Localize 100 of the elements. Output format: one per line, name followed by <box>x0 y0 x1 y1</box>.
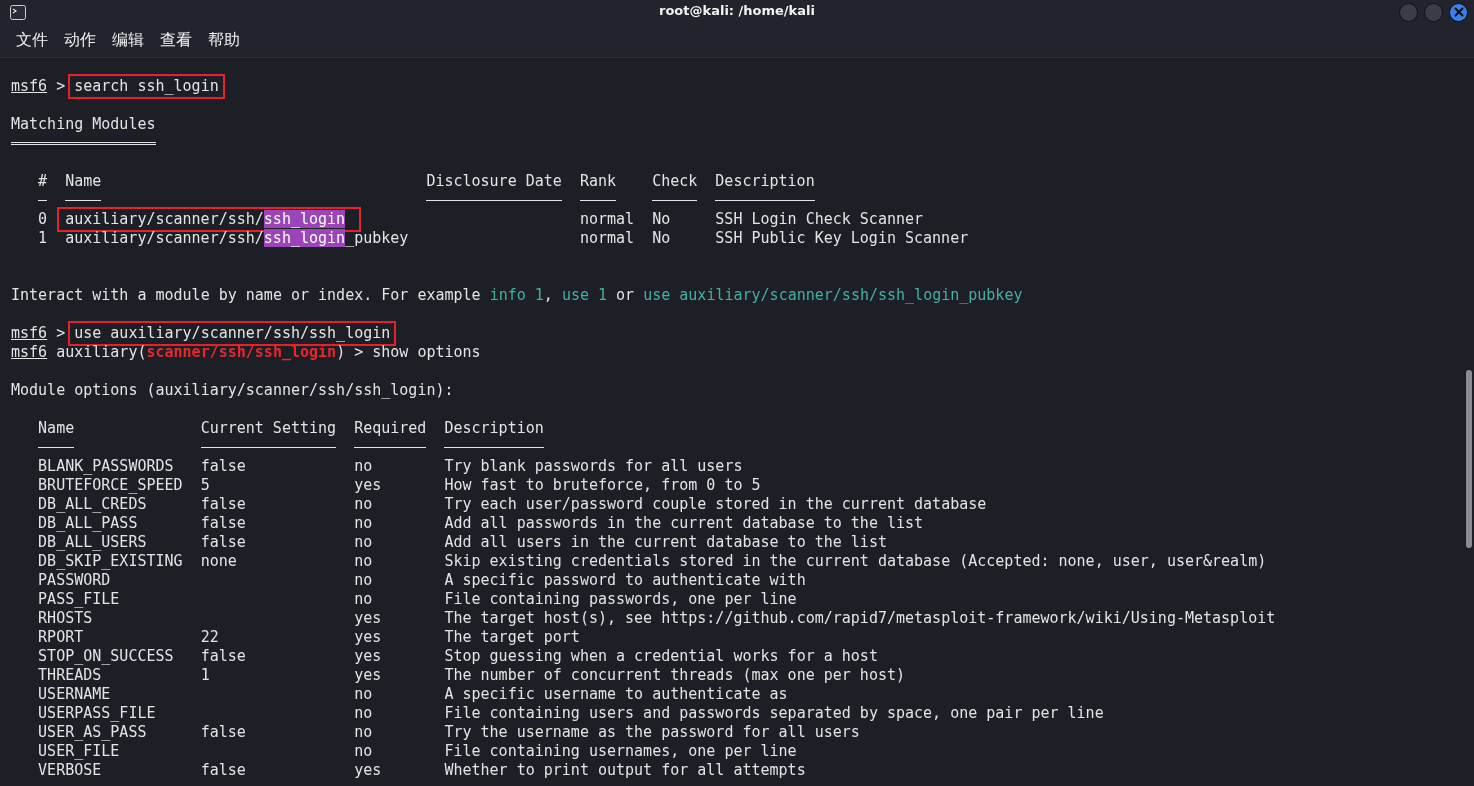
column-header: Current Setting <box>200 419 337 438</box>
table-cell: no <box>354 552 373 571</box>
table-cell: How fast to bruteforce, from 0 to 5 <box>444 476 761 495</box>
option-name: USER_AS_PASS <box>38 723 147 742</box>
column-header: Disclosure Date <box>426 172 562 191</box>
table-cell: false <box>200 457 246 476</box>
menu-item[interactable]: 帮助 <box>208 30 240 51</box>
option-name: DB_SKIP_EXISTING <box>38 552 183 571</box>
option-name: DB_ALL_PASS <box>38 514 138 533</box>
table-cell: normal <box>579 210 635 229</box>
table-cell: Add all passwords in the current database to the list <box>444 514 924 533</box>
column-header: Required <box>354 419 427 438</box>
column-header: Name <box>65 172 102 191</box>
table-cell: false <box>200 514 246 533</box>
table-cell: 1 <box>200 666 210 685</box>
table-cell: no <box>354 495 373 514</box>
shell-prompt: msf6 auxiliary(scanner/ssh/ssh_login) > <box>11 343 365 362</box>
column-header: # <box>38 172 48 191</box>
option-name: USERNAME <box>38 685 111 704</box>
option-name: VERBOSE <box>38 761 102 780</box>
option-name: USER_FILE <box>38 742 120 761</box>
close-button[interactable] <box>1449 2 1468 22</box>
section-heading: Module options (auxiliary/scanner/ssh/ssh_login): <box>11 381 454 400</box>
table-cell: Whether to print output for all attempts <box>444 761 806 780</box>
table-cell: 0 <box>38 210 48 229</box>
table-cell: Skip existing credentials stored in the current database (Accepted: none, user, user&realm) <box>444 552 1267 571</box>
option-name: PASSWORD <box>38 571 111 590</box>
table-cell: File containing users and passwords separated by space, one pair per line <box>444 704 1104 723</box>
table-cell: No <box>652 210 671 229</box>
table-cell: yes <box>354 666 382 685</box>
command-text: use auxiliary/scanner/ssh/ssh_login <box>68 321 397 346</box>
option-name: RPORT <box>38 628 84 647</box>
table-cell: 1 <box>38 229 48 248</box>
shell-prompt: msf6 > <box>11 324 67 343</box>
table-cell: no <box>354 571 373 590</box>
table-cell: yes <box>354 609 382 628</box>
table-cell: yes <box>354 476 382 495</box>
table-cell: no <box>354 685 373 704</box>
table-cell: Try blank passwords for all users <box>444 457 743 476</box>
table-cell: no <box>354 723 373 742</box>
table-cell: false <box>200 533 246 552</box>
table-cell: no <box>354 514 373 533</box>
column-header: Name <box>38 419 75 438</box>
table-cell: no <box>354 457 373 476</box>
table-cell: yes <box>354 647 382 666</box>
table-cell: normal <box>579 229 635 248</box>
terminal-icon <box>10 4 26 20</box>
table-cell: 5 <box>200 476 210 495</box>
table-cell: Stop guessing when a credential works for a host <box>444 647 878 666</box>
option-name: BLANK_PASSWORDS <box>38 457 174 476</box>
table-cell: The number of concurrent threads (max one per host) <box>444 666 905 685</box>
window-title: root@kali: /home/kali <box>659 3 815 18</box>
table-cell: no <box>354 704 373 723</box>
section-heading: Matching Modules <box>11 115 156 145</box>
table-cell: no <box>354 533 373 552</box>
table-cell: no <box>354 590 373 609</box>
option-name: DB_ALL_CREDS <box>38 495 147 514</box>
table-cell: false <box>200 723 246 742</box>
menu-item[interactable]: 文件 <box>16 30 48 51</box>
option-name: DB_ALL_USERS <box>38 533 147 552</box>
table-cell: 22 <box>200 628 219 647</box>
table-cell: Try each user/password couple stored in the current database <box>444 495 987 514</box>
scrollbar-thumb[interactable] <box>1466 370 1472 548</box>
table-cell: No <box>652 229 671 248</box>
table-cell: false <box>200 495 246 514</box>
table-cell: Add all users in the current database to the list <box>444 533 887 552</box>
hint-text: Interact with a module by name or index. For example info 1, use 1 or use auxiliary/scanner/ssh/ssh_login_pubkey <box>11 286 1023 305</box>
minimize-button[interactable] <box>1399 2 1418 22</box>
command-text: search ssh_login <box>68 74 225 99</box>
table-cell: SSH Login Check Scanner <box>715 210 924 229</box>
option-name: STOP_ON_SUCCESS <box>38 647 174 666</box>
menu-item[interactable]: 编辑 <box>112 30 144 51</box>
table-cell: The target host(s), see https://github.com/rapid7/metasploit-framework/wiki/Using-Metasploit <box>444 609 1276 628</box>
table-cell: File containing passwords, one per line <box>444 590 797 609</box>
table-cell: false <box>200 647 246 666</box>
table-cell: none <box>200 552 237 571</box>
menu-item[interactable]: 动作 <box>64 30 96 51</box>
menu-item[interactable]: 查看 <box>160 30 192 51</box>
table-cell: yes <box>354 628 382 647</box>
table-cell: yes <box>354 761 382 780</box>
column-header: Check <box>652 172 698 191</box>
table-cell: File containing usernames, one per line <box>444 742 797 761</box>
option-name: THREADS <box>38 666 102 685</box>
option-name: RHOSTS <box>38 609 93 628</box>
table-cell: false <box>200 761 246 780</box>
table-cell: A specific password to authenticate with <box>444 571 806 590</box>
option-name: BRUTEFORCE_SPEED <box>38 476 183 495</box>
table-cell: A specific username to authenticate as <box>444 685 788 704</box>
column-header: Description <box>715 172 815 191</box>
table-cell: SSH Public Key Login Scanner <box>715 229 969 248</box>
table-cell: The target port <box>444 628 580 647</box>
maximize-button[interactable] <box>1424 2 1443 22</box>
column-header: Rank <box>579 172 616 191</box>
option-name: USERPASS_FILE <box>38 704 156 723</box>
option-name: PASS_FILE <box>38 590 120 609</box>
table-cell: no <box>354 742 373 761</box>
close-icon <box>1451 5 1466 19</box>
table-cell: Try the username as the password for all users <box>444 723 860 742</box>
column-header: Description <box>444 419 544 438</box>
shell-prompt: msf6 > <box>11 77 67 96</box>
